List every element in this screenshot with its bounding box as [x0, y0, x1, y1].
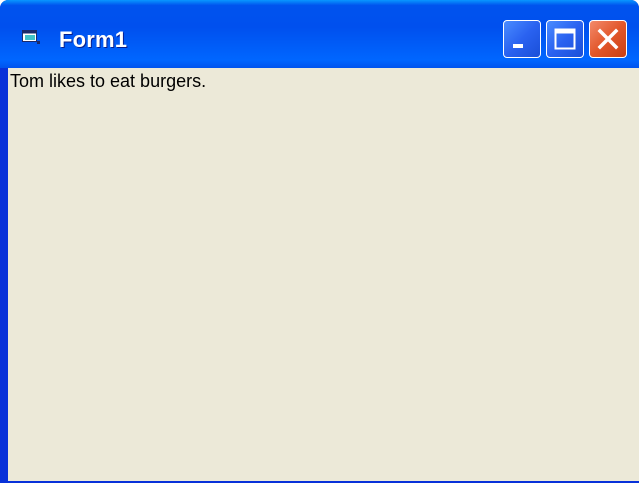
maximize-button[interactable]: [546, 20, 584, 58]
minimize-icon: [513, 44, 523, 48]
title-bar[interactable]: Form1: [0, 0, 639, 68]
form-window: Form1 Tom likes to eat burgers.: [0, 0, 639, 483]
close-button[interactable]: [589, 20, 627, 58]
form-client-area: Tom likes to eat burgers.: [8, 68, 639, 481]
message-label: Tom likes to eat burgers.: [10, 71, 207, 91]
maximize-icon: [554, 28, 576, 50]
window-title: Form1: [59, 27, 128, 52]
form-window-icon[interactable]: [22, 30, 40, 44]
minimize-button[interactable]: [503, 20, 541, 58]
close-icon: [597, 28, 619, 50]
